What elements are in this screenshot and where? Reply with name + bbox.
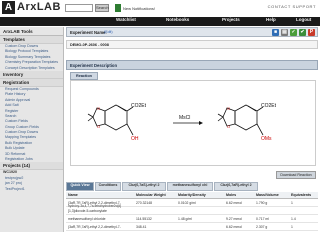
arxlab-logo-icon[interactable]: A [2, 1, 15, 14]
cell-mass: 1.790 g [256, 201, 268, 205]
tab-conditions[interactable]: Conditions [95, 182, 121, 191]
reaction-scheme: CO2Et OH O O MsCl CO2Et OMs O O [87, 103, 277, 142]
contact-support-link[interactable]: CONTACT SUPPORT [268, 4, 316, 9]
reagent-label: MsCl [179, 115, 190, 121]
sidebar: ArxLAB Tools Templates Custom Drop Downs… [0, 27, 64, 232]
product-oxygen-bottom: O [227, 124, 230, 129]
product-mesylate-label: OMs [261, 136, 272, 142]
col-mass-volume[interactable]: Mass/Volume [256, 193, 279, 197]
cell-name: (3aR,7R,7aR)-ethyl 2,2-dimethyl-7- [68, 225, 121, 229]
cell-equiv: 1.4 [291, 217, 296, 221]
reactant-oxygen-bottom: O [97, 124, 100, 129]
cell-mw: 270.32148 [136, 201, 153, 205]
cell-name: methanesulfonyl chloride [68, 217, 106, 221]
pdf-icon[interactable]: P [308, 29, 315, 36]
nav-notebooks[interactable]: Notebooks [166, 17, 189, 26]
save-icon[interactable]: ■ [272, 29, 279, 36]
table-row[interactable]: (3aR,7R,7aR)-ethyl 2,2-dimethyl-7- 270.3… [66, 200, 318, 208]
tab-reagent[interactable]: methanesulfonyl chl [167, 182, 213, 191]
reactant-hydroxyl-label: OH [131, 136, 139, 142]
experiment-id: DEMO-0P-2606 - 0008 [70, 43, 109, 47]
cell-equiv: 1 [291, 225, 293, 229]
sidebar-section-registration[interactable]: Registration [0, 78, 63, 87]
product-ester-label: CO2Et [261, 103, 277, 109]
main-content: Experiment Name: (Edit) ■ ▤ ✓ ✔ P DEMO-0… [66, 27, 318, 232]
cell-molarity: 1.48 g/ml [178, 217, 192, 221]
nav-projects[interactable]: Projects [222, 17, 240, 26]
nav-help[interactable]: Help [266, 17, 276, 26]
reaction-tab[interactable]: Reaction [70, 72, 98, 80]
cell-name: [1,3]dioxole-5-carboxylate [68, 209, 107, 213]
search-button[interactable]: Search [95, 4, 109, 12]
notifications-link[interactable]: New Notifications! [123, 6, 155, 11]
experiment-description-bar[interactable]: Experiment Description [66, 60, 318, 70]
cell-mw: 114.55132 [136, 217, 152, 221]
sidebar-title: ArxLAB Tools [0, 27, 63, 36]
product-oxygen-top: O [227, 106, 230, 111]
cell-mass: 2.307 g [256, 225, 268, 229]
print-icon[interactable]: ▤ [281, 29, 288, 36]
tab-product[interactable]: Cbz(6,7aR)-ethyl 2 [214, 182, 258, 191]
search-input[interactable] [65, 4, 93, 12]
reaction-arrow-head [199, 121, 203, 125]
experiment-header: Experiment Name: (Edit) ■ ▤ ✓ ✔ P [66, 27, 318, 37]
col-molarity-density[interactable]: Molarity/Density [178, 193, 206, 197]
cell-moles: 6.62 mmol [226, 201, 242, 205]
logo-text[interactable]: ArxLAB [17, 1, 61, 14]
cell-mw: 348.41 [136, 225, 147, 229]
col-moles[interactable]: Moles [226, 193, 236, 197]
main-nav: Watchlist Notebooks Projects Help Logout [0, 17, 320, 26]
sign-icon[interactable]: ✓ [290, 29, 297, 36]
table-row[interactable]: methanesulfonyl chloride 114.55132 1.48 … [66, 216, 318, 223]
nav-logout[interactable]: Logout [296, 17, 311, 26]
reactant-oxygen-top: O [97, 106, 100, 111]
top-bar: A ArxLAB Search New Notifications! CONTA… [0, 0, 320, 17]
cell-equiv: 1 [291, 201, 293, 205]
col-equivalents[interactable]: Equivalents [291, 193, 311, 197]
table-row[interactable]: (3aR,7R,7aR)-ethyl 2,2-dimethyl-7- 348.4… [66, 224, 318, 231]
experiment-id-field[interactable]: DEMO-0P-2606 - 0008 [66, 40, 318, 49]
sidebar-section-projects[interactable]: Projects (14) [0, 162, 63, 171]
sidebar-section-templates[interactable]: Templates [0, 36, 63, 44]
cell-moles: 9.27 mmol [226, 217, 242, 221]
sidebar-project-testproject1[interactable]: TestProject1 [0, 187, 63, 192]
experiment-name-label: Experiment Name: [70, 30, 107, 35]
sidebar-item-chemistry-preparation[interactable]: Chemistry Preparation Templates [0, 60, 63, 65]
cell-mass: 0.717 ml [256, 217, 270, 221]
cell-molarity: 0.0102 g/ml [178, 201, 196, 205]
nav-watchlist[interactable]: Watchlist [116, 17, 136, 26]
check-icon[interactable]: ✔ [299, 29, 306, 36]
table-row[interactable]: [1,3]dioxole-5-carboxylate [66, 208, 318, 215]
reactant-structure [87, 104, 134, 136]
col-name[interactable]: Name [68, 193, 78, 197]
grid-header-row: Name Molecular Weight Molarity/Density M… [66, 192, 318, 199]
sidebar-section-inventory[interactable]: Inventory [0, 70, 63, 79]
experiment-description-label: Experiment Description [70, 63, 118, 68]
reactant-ester-label: CO2Et [131, 103, 147, 109]
tab-quick-view[interactable]: Quick View [66, 182, 94, 191]
download-reaction-button[interactable]: Download Reaction [276, 171, 316, 179]
col-molecular-weight[interactable]: Molecular Weight [136, 193, 166, 197]
product-structure [217, 104, 264, 136]
sidebar-item-concept-description[interactable]: Concept Description Templates [0, 66, 63, 71]
experiment-edit-link[interactable]: (Edit) [104, 30, 113, 34]
reaction-canvas[interactable]: CO2Et OH O O MsCl CO2Et OMs O O [70, 80, 316, 166]
tab-reactant-1[interactable]: Cbz(6,7aS)-ethyl 2 [122, 182, 166, 191]
grid-tabs: Quick View Conditions Cbz(6,7aS)-ethyl 2… [66, 182, 318, 191]
cell-moles: 6.62 mmol [226, 225, 242, 229]
notification-icon[interactable] [115, 4, 121, 12]
